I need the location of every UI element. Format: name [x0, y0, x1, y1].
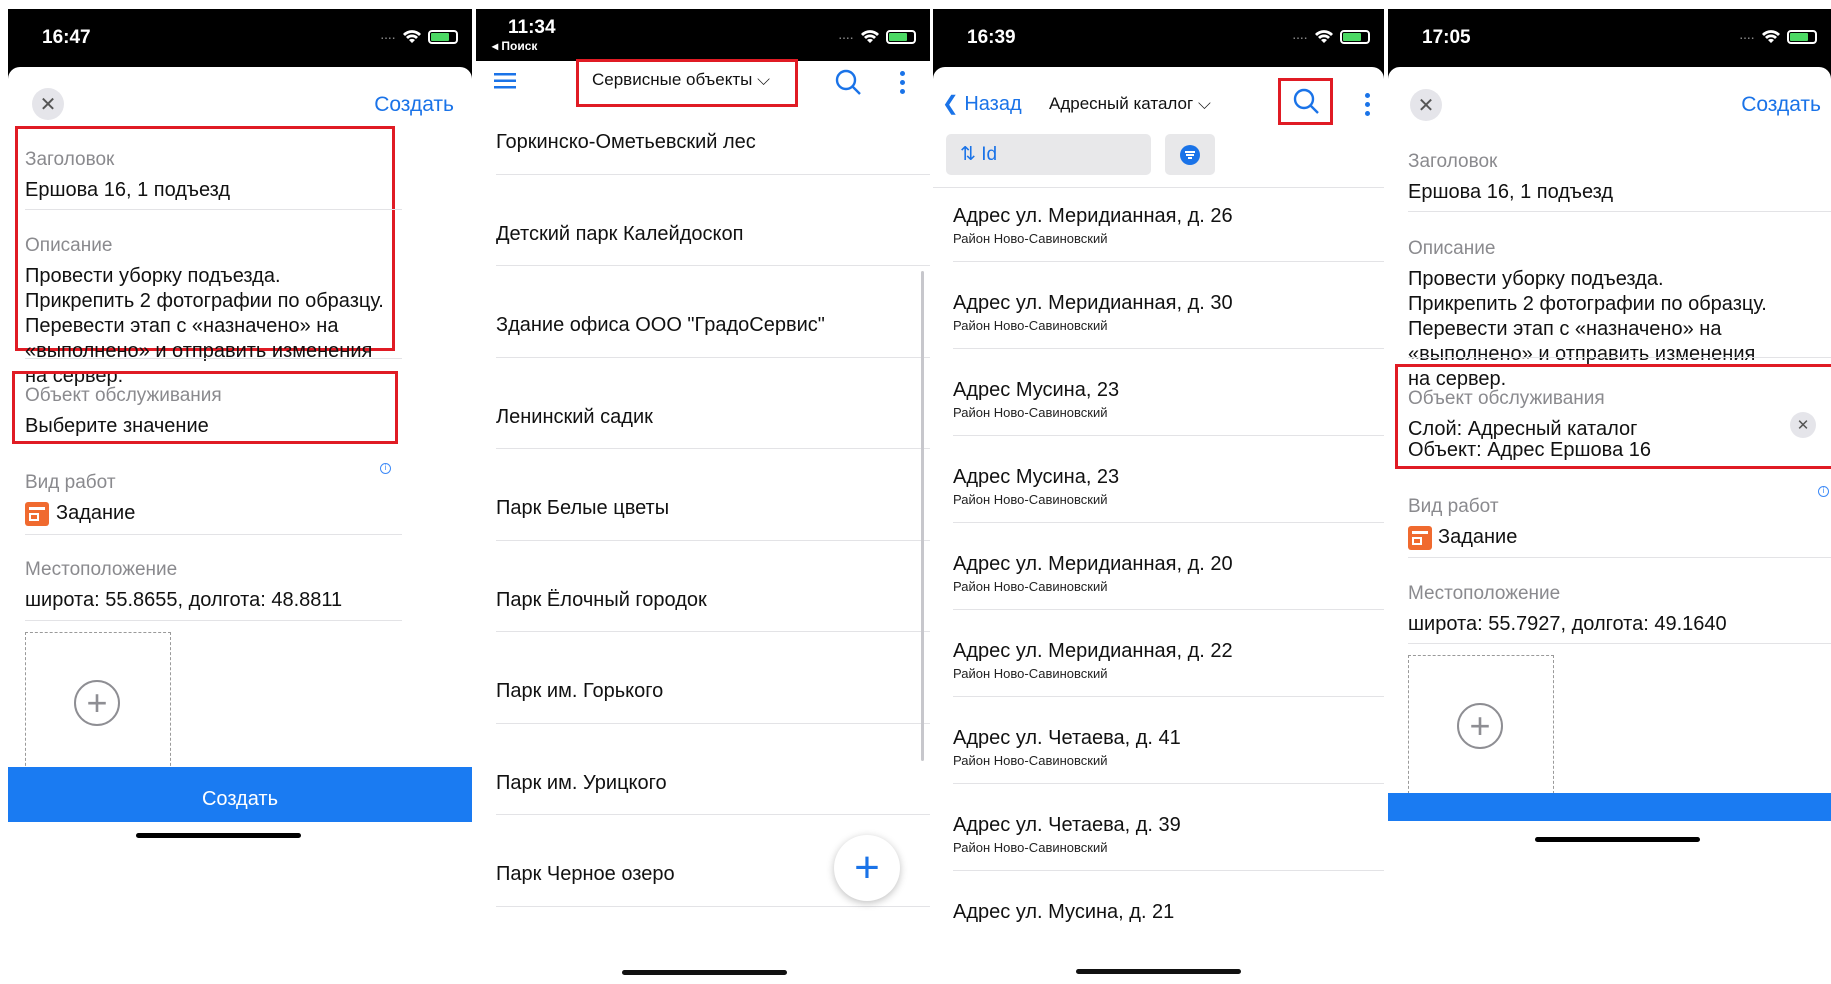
list-view: Сервисные объекты ⌵ Горкинско-Ометьевски… — [476, 59, 930, 984]
phone-screen-task-filled: 17:05 .... ✕ Создать Заголовок Ершова 16… — [1388, 9, 1831, 984]
home-indicator — [1076, 969, 1241, 974]
worktype-label: Вид работ — [1408, 496, 1499, 517]
task-icon — [1408, 526, 1432, 550]
address-item[interactable]: Адрес Мусина, 23 Район Ново-Савиновский — [953, 379, 1119, 420]
create-button[interactable]: Создать — [8, 767, 472, 822]
add-photo-placeholder[interactable]: + — [1408, 655, 1554, 799]
list-item[interactable]: Парк Белые цветы — [496, 497, 669, 520]
location-label: Местоположение — [1408, 583, 1561, 604]
address-item[interactable]: Адрес ул. Меридианная, д. 22 Район Ново-С… — [953, 640, 1233, 681]
worktype-value[interactable]: Задание — [1438, 525, 1517, 550]
phone-screen-address-catalog: 16:39 .... ❮ Назад Адресный каталог ⌵ ⇅ … — [933, 9, 1384, 984]
battery-icon — [886, 29, 916, 44]
wifi-icon — [1315, 30, 1333, 43]
address-item[interactable]: Адрес ул. Четаева, д. 41 Район Ново-Савин… — [953, 727, 1181, 768]
create-link[interactable]: Создать — [1741, 93, 1821, 117]
wifi-icon — [403, 30, 421, 43]
back-to-app-link[interactable]: ◂ Поиск — [492, 39, 537, 53]
sort-button[interactable]: ⇅ Id — [946, 134, 1151, 175]
info-icon[interactable]: i — [1818, 486, 1829, 497]
filter-button[interactable] — [1165, 134, 1215, 175]
status-time: 17:05 — [1422, 27, 1471, 48]
object-select[interactable]: Выберите значение — [25, 414, 209, 439]
phone-screen-create-task: 16:47 .... ✕ Создать Заголовок Ершова 16… — [8, 9, 472, 984]
add-photo-placeholder[interactable]: + — [25, 632, 171, 776]
location-value[interactable]: широта: 55.8655, долгота: 48.8811 — [25, 588, 342, 613]
home-indicator — [136, 833, 301, 838]
address-item[interactable]: Адрес ул. Меридианная, д. 26 Район Ново-С… — [953, 205, 1233, 246]
form-sheet: ✕ Создать Заголовок Ершова 16, 1 подъезд… — [8, 59, 472, 984]
title-field[interactable]: Ершова 16, 1 подъезд — [25, 178, 230, 203]
create-link[interactable]: Создать — [374, 93, 454, 117]
chevron-down-icon: ⌵ — [1197, 94, 1211, 113]
description-label: Описание — [1408, 238, 1496, 259]
address-item[interactable]: Адрес Мусина, 23 Район Ново-Савиновский — [953, 466, 1119, 507]
title-label: Заголовок — [25, 149, 115, 170]
worktype-value[interactable]: Задание — [56, 501, 135, 526]
home-indicator — [1535, 837, 1700, 842]
status-time: 16:47 — [42, 27, 91, 48]
battery-icon — [1340, 29, 1370, 44]
worktype-label: Вид работ — [25, 472, 116, 493]
back-button[interactable]: ❮ Назад — [942, 91, 1022, 116]
filter-icon — [1180, 145, 1200, 165]
list-item[interactable]: Парк им. Урицкого — [496, 772, 667, 795]
chevron-down-icon: ⌵ — [757, 70, 770, 89]
list-item[interactable]: Парк Ёлочный городок — [496, 589, 707, 612]
status-bar: 16:47 .... — [8, 9, 472, 69]
home-indicator — [622, 970, 787, 975]
add-circle-icon: + — [1457, 703, 1503, 749]
hamburger-menu-icon[interactable] — [494, 73, 516, 89]
scrollbar[interactable] — [921, 271, 924, 761]
catalog-dropdown[interactable]: Адресный каталог ⌵ — [1049, 94, 1211, 114]
address-item[interactable]: Адрес ул. Меридианная, д. 30 Район Ново-С… — [953, 292, 1233, 333]
add-fab-button[interactable]: + — [834, 835, 900, 901]
location-value[interactable]: широта: 55.7927, долгота: 49.1640 — [1408, 612, 1727, 637]
status-time: 11:34 — [508, 17, 556, 38]
location-label: Местоположение — [25, 559, 178, 580]
add-circle-icon: + — [74, 680, 120, 726]
list-item[interactable]: Детский парк Калейдоскоп — [496, 223, 743, 246]
address-item[interactable]: Адрес ул. Меридианная, д. 20 Район Ново-С… — [953, 553, 1233, 594]
status-bar: 16:39 .... — [933, 9, 1384, 69]
wifi-icon — [861, 30, 879, 43]
description-label: Описание — [25, 235, 113, 256]
phone-screen-service-objects: 11:34 ◂ Поиск .... Сервисные объекты ⌵ Г… — [476, 9, 930, 984]
title-field[interactable]: Ершова 16, 1 подъезд — [1408, 180, 1613, 205]
battery-icon — [428, 29, 458, 44]
search-icon[interactable] — [834, 68, 862, 96]
catalog-sheet: ❮ Назад Адресный каталог ⌵ ⇅ Id Адрес ул… — [933, 59, 1384, 984]
search-icon[interactable] — [1292, 87, 1320, 115]
address-item[interactable]: Адрес ул. Четаева, д. 39 Район Ново-Савин… — [953, 814, 1181, 855]
close-icon[interactable]: ✕ — [1410, 89, 1442, 121]
form-sheet: ✕ Создать Заголовок Ершова 16, 1 подъезд… — [1388, 59, 1831, 984]
wifi-icon — [1762, 30, 1780, 43]
title-label: Заголовок — [1408, 151, 1498, 172]
address-item[interactable]: Адрес ул. Мусина, д. 21 — [953, 901, 1174, 924]
list-item[interactable]: Здание офиса ООО "ГрадоСервис" — [496, 314, 825, 337]
more-menu-icon[interactable] — [1365, 93, 1371, 120]
task-icon — [25, 502, 49, 526]
clear-object-icon[interactable]: ✕ — [1790, 412, 1816, 438]
object-value-object[interactable]: Объект: Адрес Ершова 16 — [1408, 438, 1651, 463]
object-label: Объект обслуживания — [25, 385, 222, 406]
list-item[interactable]: Ленинский садик — [496, 406, 653, 429]
more-menu-icon[interactable] — [900, 71, 906, 98]
list-item[interactable]: Парк им. Горького — [496, 680, 663, 703]
info-icon[interactable]: i — [380, 463, 391, 474]
list-item[interactable]: Горкинско-Ометьевский лес — [496, 131, 756, 154]
chevron-left-icon: ❮ — [942, 93, 959, 115]
create-button[interactable] — [1388, 793, 1831, 821]
catalog-dropdown[interactable]: Сервисные объекты ⌵ — [592, 70, 770, 90]
list-item[interactable]: Парк Черное озеро — [496, 863, 675, 886]
object-label: Объект обслуживания — [1408, 388, 1605, 409]
battery-icon — [1787, 29, 1817, 44]
status-time: 16:39 — [967, 27, 1016, 48]
status-bar: 17:05 .... — [1388, 9, 1831, 69]
close-icon[interactable]: ✕ — [32, 88, 64, 120]
